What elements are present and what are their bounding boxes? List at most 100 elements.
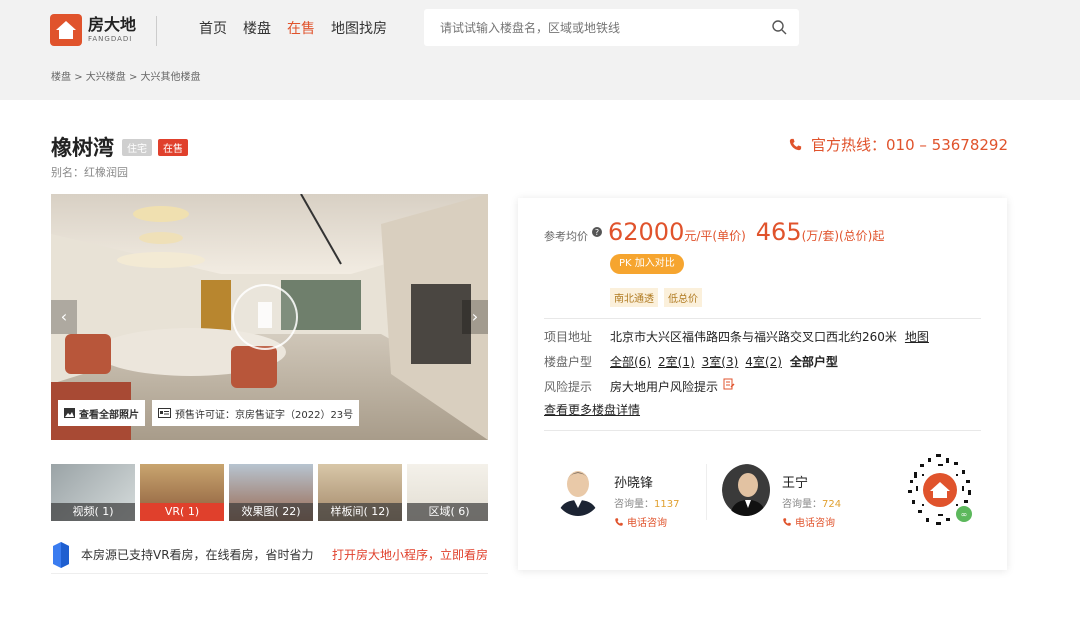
- vr-tip-bar: 本房源已支持VR看房，在线看房，省时省力 打开房大地小程序，立即看房: [51, 536, 488, 574]
- nav-properties[interactable]: 楼盘: [243, 18, 271, 38]
- thumb-label: 区域( 6): [407, 503, 488, 521]
- photo-gallery[interactable]: ‹ › 查看全部照片 预售许可证：京房售证字（2022）23号: [51, 194, 488, 440]
- thumb-show-unit[interactable]: 样板间( 12): [318, 464, 402, 521]
- feature-tag: 南北通透: [610, 288, 658, 307]
- logo-subtitle: FANGDADI: [88, 35, 133, 43]
- vr-cube-icon: [53, 541, 69, 568]
- phone-icon: [615, 517, 623, 526]
- house-logo-icon: [50, 14, 82, 46]
- total-price-suffix: (万/套)(总价)起: [801, 229, 885, 243]
- status-badge: 在售: [158, 138, 188, 156]
- hotline-text: 官方热线：010 – 53678292: [810, 136, 1008, 154]
- open-miniprogram-link[interactable]: 打开房大地小程序，立即看房: [332, 546, 488, 563]
- divider: [544, 430, 981, 431]
- all-layouts-link[interactable]: 全部户型: [790, 353, 838, 370]
- view-all-photos-label: 查看全部照片: [79, 409, 139, 421]
- miniprogram-qr-code[interactable]: ∞: [900, 450, 980, 530]
- image-icon: [64, 408, 75, 418]
- svg-text:?: ?: [595, 228, 599, 237]
- thumb-renderings[interactable]: 效果图( 22): [229, 464, 313, 521]
- risk-label: 风险提示: [544, 380, 593, 394]
- phone-consult-label: 电话咨询: [795, 518, 835, 529]
- gallery-prev-button[interactable]: ‹: [51, 300, 77, 334]
- thumb-label: 样板间( 12): [318, 503, 402, 521]
- risk-row: 风险提示 房大地用户风险提示: [544, 378, 735, 395]
- thumbnail-strip: 视频( 1) VR( 1) 效果图( 22) 样板间( 12) 区域( 6): [51, 464, 488, 521]
- unit-price-suffix: 元/平(单价): [684, 229, 746, 243]
- thumb-video[interactable]: 视频( 1): [51, 464, 135, 521]
- inquiry-label: 咨询量：: [782, 499, 822, 510]
- avatar: [554, 464, 602, 516]
- phone-consult-label: 电话咨询: [627, 518, 667, 529]
- thumb-label: VR( 1): [140, 503, 224, 521]
- layout-all[interactable]: 全部(6): [610, 353, 651, 370]
- nav-home[interactable]: 首页: [199, 18, 227, 38]
- breadcrumb: 楼盘 > 大兴楼盘 > 大兴其他楼盘: [51, 68, 201, 83]
- breadcrumb-separator: >: [74, 72, 83, 83]
- nav-on-sale[interactable]: 在售: [287, 18, 315, 38]
- type-badge: 住宅: [122, 138, 152, 156]
- breadcrumb-item[interactable]: 大兴楼盘: [86, 72, 126, 83]
- breadcrumb-item[interactable]: 楼盘: [51, 72, 71, 83]
- thumb-label: 视频( 1): [51, 503, 135, 521]
- search-input[interactable]: [440, 18, 760, 38]
- layout-2-room[interactable]: 2室(1): [658, 353, 695, 370]
- layout-4-room[interactable]: 4室(2): [745, 353, 782, 370]
- add-compare-button[interactable]: PK 加入对比: [610, 254, 684, 274]
- avatar: [722, 464, 770, 516]
- phone-icon: [789, 138, 802, 151]
- thumb-label: 效果图( 22): [229, 503, 313, 521]
- property-alias: 别名：红橡润园: [51, 166, 128, 179]
- risk-text[interactable]: 房大地用户风险提示: [610, 378, 718, 395]
- phone-consult-button[interactable]: 电话咨询: [614, 514, 679, 529]
- layout-row: 楼盘户型 全部(6) 2室(1) 3室(3) 4室(2) 全部户型: [544, 353, 838, 370]
- phone-consult-button[interactable]: 电话咨询: [782, 514, 841, 529]
- logo-title: 房大地: [88, 15, 137, 34]
- total-price: 465: [755, 218, 802, 246]
- breadcrumb-item[interactable]: 大兴其他楼盘: [141, 72, 201, 83]
- presale-permit-label: 预售许可证：京房售证字（2022）23号: [175, 409, 354, 421]
- map-link[interactable]: 地图: [905, 328, 929, 345]
- view-all-photos-button[interactable]: 查看全部照片: [58, 400, 145, 426]
- agent-name: 王宁: [782, 476, 809, 491]
- address-row: 项目地址 北京市大兴区福伟路四条与福兴路交叉口西北约260米 地图: [544, 328, 929, 345]
- address-value: 北京市大兴区福伟路四条与福兴路交叉口西北约260米: [610, 330, 897, 344]
- feature-tags: 南北通透 低总价: [610, 288, 702, 307]
- breadcrumb-separator: >: [128, 72, 138, 83]
- svg-text:∞: ∞: [961, 510, 968, 519]
- hotline[interactable]: 官方热线：010 – 53678292: [788, 134, 1008, 155]
- price-label: 参考均价: [544, 230, 588, 243]
- agent-card[interactable]: 王宁 咨询量：724 电话咨询: [722, 464, 841, 529]
- agent-divider: [706, 464, 707, 520]
- layout-3-room[interactable]: 3室(3): [702, 353, 739, 370]
- help-icon[interactable]: ?: [592, 227, 602, 237]
- gallery-next-button[interactable]: ›: [462, 300, 488, 334]
- search-icon[interactable]: [771, 19, 787, 35]
- more-details-link[interactable]: 查看更多楼盘详情: [544, 401, 640, 418]
- address-label: 项目地址: [544, 330, 593, 344]
- thumb-area-map[interactable]: 区域( 6): [407, 464, 488, 521]
- vr-play-icon[interactable]: [232, 284, 298, 350]
- document-icon[interactable]: [723, 378, 735, 390]
- inquiry-count: 1137: [654, 499, 680, 510]
- feature-tag: 低总价: [664, 288, 702, 307]
- certificate-icon: [158, 408, 171, 418]
- logo[interactable]: 房大地 FANGDADI: [50, 14, 136, 46]
- presale-permit[interactable]: 预售许可证：京房售证字（2022）23号: [152, 400, 360, 426]
- price-row: 参考均价 ? 62000 元/平(单价) 465 (万/套)(总价)起: [544, 218, 884, 246]
- thumb-vr[interactable]: VR( 1): [140, 464, 224, 521]
- main-nav: 首页 楼盘 在售 地图找房: [199, 18, 387, 38]
- agent-name: 孙晓锋: [614, 476, 654, 491]
- phone-icon: [783, 517, 791, 526]
- agent-card[interactable]: 孙晓锋 咨询量：1137 电话咨询: [554, 464, 679, 529]
- layout-label: 楼盘户型: [544, 355, 593, 369]
- info-panel: 参考均价 ? 62000 元/平(单价) 465 (万/套)(总价)起 PK 加…: [518, 198, 1007, 570]
- inquiry-count: 724: [822, 499, 842, 510]
- vr-tip-text: 本房源已支持VR看房，在线看房，省时省力: [81, 548, 314, 562]
- inquiry-label: 咨询量：: [614, 499, 654, 510]
- logo-divider: [156, 16, 157, 46]
- nav-map-search[interactable]: 地图找房: [331, 18, 387, 38]
- search-box: [424, 9, 799, 46]
- unit-price: 62000: [608, 218, 685, 246]
- title-row: 橡树湾 住宅 在售: [51, 132, 188, 162]
